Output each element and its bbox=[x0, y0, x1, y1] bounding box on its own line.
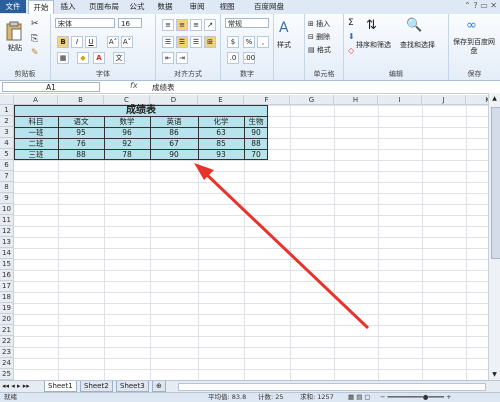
scroll-down-icon[interactable]: ▼ bbox=[490, 371, 499, 378]
sheet-tab-2[interactable]: Sheet2 bbox=[80, 381, 113, 392]
sheet-nav-icons[interactable]: ◂◂ ◂ ▸ ▸▸ bbox=[2, 381, 30, 391]
new-sheet-icon[interactable]: ⊕ bbox=[152, 381, 166, 392]
scroll-up-icon[interactable]: ▲ bbox=[490, 95, 499, 102]
arrow-shaft bbox=[202, 170, 370, 330]
scroll-thumb[interactable] bbox=[491, 107, 500, 259]
sheet-tab-bar: ◂◂ ◂ ▸ ▸▸ Sheet1 Sheet2 Sheet3 ⊕ bbox=[0, 380, 500, 392]
horizontal-scrollbar[interactable] bbox=[178, 383, 486, 391]
annotation-arrow bbox=[194, 163, 370, 330]
sheet-tab-3[interactable]: Sheet3 bbox=[116, 381, 149, 392]
vertical-scrollbar[interactable]: ▲ ▼ bbox=[488, 93, 500, 380]
sheet-tab-1[interactable]: Sheet1 bbox=[44, 381, 77, 392]
